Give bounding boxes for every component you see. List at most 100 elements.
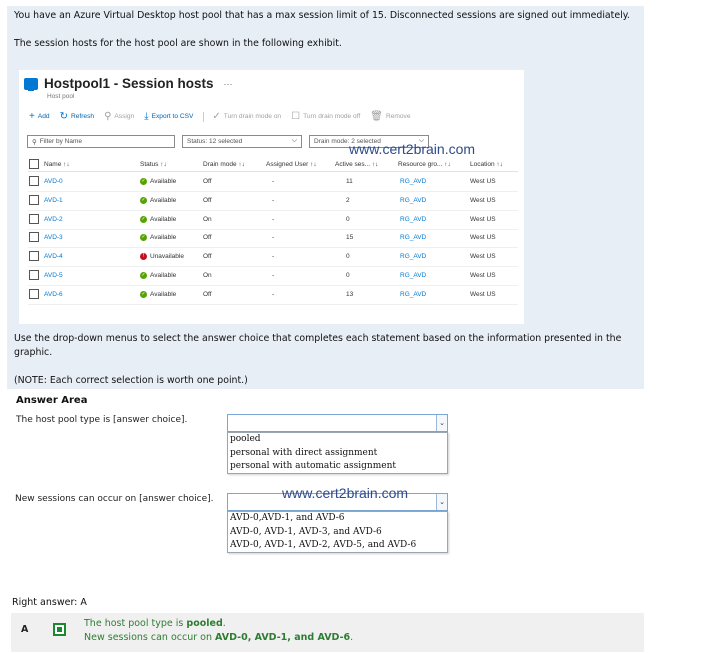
cell-name[interactable]: AVD-1 [44, 197, 63, 204]
column-header-drain-mode[interactable]: Drain mode ↑↓ [203, 161, 245, 168]
cell-name[interactable]: AVD-3 [44, 234, 63, 241]
cell-status: ! Unavailable [140, 253, 184, 261]
cell-resource-group[interactable]: RG_AVD [400, 178, 426, 185]
question-panel: You have an Azure Virtual Desktop host p… [7, 6, 644, 389]
chevron-down-icon[interactable]: ⌄ [436, 415, 447, 431]
table-row[interactable]: AVD-5 ✓ Available On - 0 RG_AVD West US [28, 267, 518, 286]
cell-active-sessions: 2 [346, 196, 350, 204]
export-csv-button[interactable]: ⤓ Export to CSV [144, 111, 193, 122]
cell-assigned-user: - [272, 272, 275, 279]
statement-host-pool-type: The host pool type is [answer choice]. [16, 415, 188, 425]
chevron-down-icon[interactable]: ⌄ [436, 494, 447, 510]
remove-button[interactable]: 🗑 Remove [370, 111, 410, 122]
cell-resource-group[interactable]: RG_AVD [400, 253, 426, 260]
table-row[interactable]: AVD-2 ✓ Available On - 0 RG_AVD West US [28, 211, 518, 230]
cell-active-sessions: 0 [346, 215, 350, 223]
more-options-icon[interactable]: ··· [224, 79, 233, 89]
option-personal-direct[interactable]: personal with direct assignment [228, 447, 447, 461]
option-new-sessions-1[interactable]: AVD-0,AVD-1, and AVD-6 [228, 512, 447, 526]
cell-location: West US [470, 253, 496, 261]
cell-active-sessions: 15 [346, 234, 354, 242]
cell-assigned-user: - [272, 196, 275, 204]
square-icon: ☐ [291, 111, 301, 122]
cell-location: West US [470, 272, 496, 279]
refresh-icon: ↻ [59, 111, 68, 122]
cell-name[interactable]: AVD-6 [44, 291, 63, 298]
drain-mode-off-button[interactable]: ☐ Turn drain mode off [291, 111, 360, 122]
cell-drain-mode: Off [203, 290, 212, 298]
row-checkbox[interactable] [29, 288, 39, 299]
cell-drain-mode: Off [203, 196, 212, 204]
available-status-icon: ✓ [140, 290, 147, 298]
assign-button[interactable]: ⚲ Assign [104, 111, 134, 122]
cell-drain-mode: On [203, 215, 212, 223]
cell-status: ✓ Available [140, 215, 177, 223]
cell-assigned-user: - [272, 234, 275, 242]
available-status-icon: ✓ [140, 215, 147, 223]
cell-status: ✓ Available [140, 272, 177, 279]
host-pool-type-options: pooled personal with direct assignment p… [227, 432, 448, 474]
row-checkbox[interactable] [29, 251, 39, 262]
answer-line-1: The host pool type is pooled. [84, 618, 226, 629]
cell-name[interactable]: AVD-2 [44, 216, 63, 223]
question-text-intro: You have an Azure Virtual Desktop host p… [14, 10, 630, 21]
select-all-checkbox[interactable] [29, 159, 39, 169]
cell-resource-group[interactable]: RG_AVD [400, 291, 426, 298]
cell-assigned-user: - [272, 178, 275, 185]
cell-location: West US [470, 234, 496, 242]
column-header-name[interactable]: Name ↑↓ [44, 161, 70, 168]
cell-name[interactable]: AVD-5 [44, 272, 63, 279]
cell-name[interactable]: AVD-4 [44, 253, 63, 260]
question-note: (NOTE: Each correct selection is worth o… [14, 375, 248, 386]
new-sessions-options: AVD-0,AVD-1, and AVD-6 AVD-0, AVD-1, AVD… [227, 511, 448, 553]
table-row[interactable]: AVD-1 ✓ Available Off - 2 RG_AVD West US [28, 192, 518, 211]
exhibit-toolbar: + Add ↻ Refresh ⚲ Assign ⤓ Export to CSV ✓ Tu… [29, 111, 421, 122]
row-checkbox[interactable] [29, 270, 39, 280]
cell-resource-group[interactable]: RG_AVD [400, 216, 426, 223]
toolbar-divider [203, 111, 205, 122]
column-header-assigned-user[interactable]: Assigned User ↑↓ [266, 161, 317, 168]
add-button[interactable]: + Add [29, 111, 50, 122]
option-pooled[interactable]: pooled [228, 433, 447, 447]
table-row[interactable]: AVD-6 ✓ Available Off - 13 RG_AVD West US [28, 286, 518, 305]
cell-resource-group[interactable]: RG_AVD [400, 197, 426, 204]
host-pool-type-dropdown[interactable]: ⌄ [227, 414, 448, 432]
cell-assigned-user: - [272, 253, 275, 261]
column-header-active-sessions[interactable]: Active ses... ↑↓ [335, 161, 378, 168]
available-status-icon: ✓ [140, 272, 147, 279]
row-checkbox[interactable] [29, 232, 39, 243]
name-filter-input[interactable]: ⚲ Filter by Name [27, 135, 175, 148]
cell-name[interactable]: AVD-0 [44, 178, 63, 185]
column-header-resource-group[interactable]: Resource gro... ↑↓ [398, 161, 451, 168]
row-checkbox[interactable] [29, 176, 39, 186]
column-header-location[interactable]: Location ↑↓ [470, 161, 503, 168]
cell-status: ✓ Available [140, 196, 177, 204]
cell-assigned-user: - [272, 215, 275, 223]
unavailable-status-icon: ! [140, 253, 147, 261]
plus-icon: + [29, 111, 35, 122]
host-pool-icon [24, 77, 38, 91]
option-new-sessions-2[interactable]: AVD-0, AVD-1, AVD-3, and AVD-6 [228, 526, 447, 540]
cell-resource-group[interactable]: RG_AVD [400, 234, 426, 241]
row-checkbox[interactable] [29, 213, 39, 224]
available-status-icon: ✓ [140, 196, 147, 204]
status-filter-dropdown[interactable]: Status: 12 selected ⌵ [182, 135, 302, 148]
column-header-status[interactable]: Status ↑↓ [140, 161, 167, 168]
table-header: Name ↑↓ Status ↑↓ Drain mode ↑↓ Assigned… [28, 158, 518, 172]
cell-drain-mode: Off [203, 178, 212, 185]
refresh-button[interactable]: ↻ Refresh [60, 111, 94, 122]
drain-mode-on-button[interactable]: ✓ Turn drain mode on [212, 111, 281, 122]
row-checkbox[interactable] [29, 194, 39, 205]
option-new-sessions-3[interactable]: AVD-0, AVD-1, AVD-2, AVD-5, and AVD-6 [228, 539, 447, 553]
cell-status: ✓ Available [140, 178, 177, 185]
table-row[interactable]: AVD-4 ! Unavailable Off - 0 RG_AVD West US [28, 248, 518, 268]
table-row[interactable]: AVD-0 ✓ Available Off - 11 RG_AVD West US [28, 173, 518, 192]
option-personal-automatic[interactable]: personal with automatic assignment [228, 460, 447, 474]
watermark-text: www.cert2brain.com [282, 485, 409, 501]
chevron-down-icon: ⌵ [291, 137, 297, 144]
check-icon: ✓ [212, 111, 221, 122]
cell-drain-mode: Off [203, 234, 212, 242]
session-hosts-exhibit: Hostpool1 - Session hosts ··· Host pool … [19, 70, 524, 324]
cell-resource-group[interactable]: RG_AVD [400, 272, 426, 279]
table-row[interactable]: AVD-3 ✓ Available Off - 15 RG_AVD West US [28, 229, 518, 249]
